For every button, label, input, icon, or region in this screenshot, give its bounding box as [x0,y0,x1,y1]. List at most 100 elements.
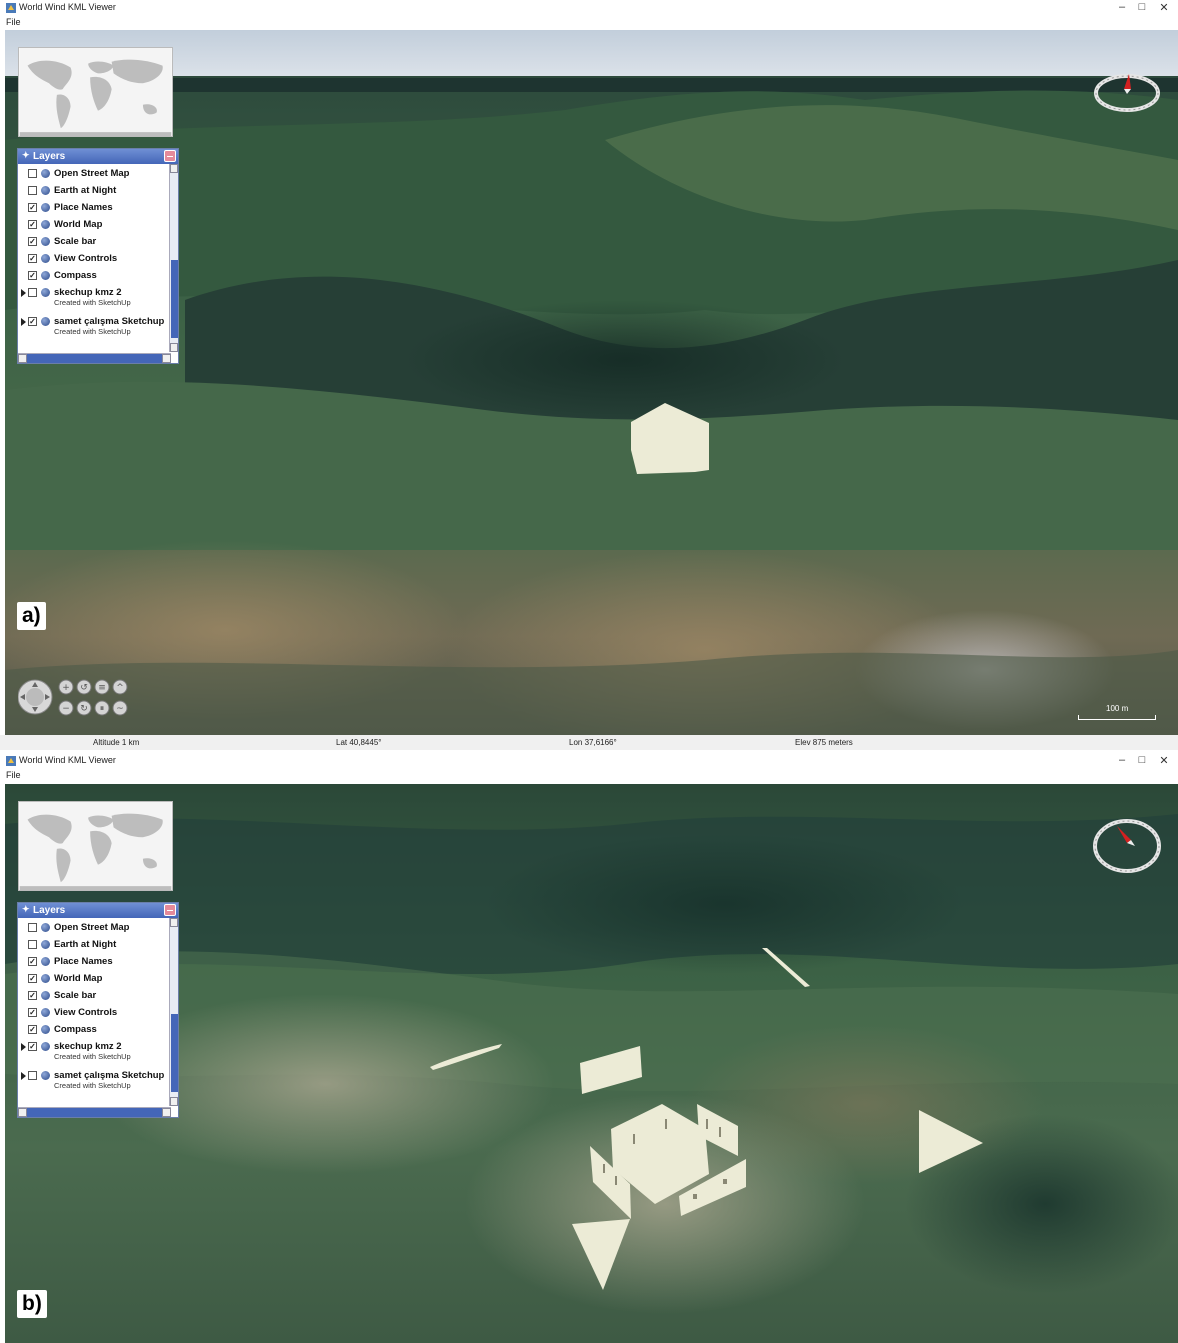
layer-label: Earth at Night [54,185,117,196]
layer-checkbox[interactable]: ✓ [28,1042,37,1051]
status-longitude: Lon 37,6166° [569,738,617,747]
layer-checkbox[interactable]: ✓ [28,254,37,263]
layer-checkbox[interactable] [28,923,37,932]
layer-checkbox[interactable]: ✓ [28,237,37,246]
layer-item-place-names[interactable]: ✓ Place Names [18,200,168,217]
panel-label: a) [17,602,46,630]
expand-arrow-icon[interactable] [21,1072,26,1080]
scroll-right-button[interactable] [162,354,171,363]
layers-vertical-scrollbar[interactable] [169,918,178,1106]
minimize-button[interactable]: – [1114,1,1130,13]
layer-checkbox[interactable]: ✓ [28,974,37,983]
world-map-overview[interactable] [18,801,173,891]
close-button[interactable]: ✕ [1156,1,1172,14]
maximize-button[interactable]: □ [1134,754,1150,766]
layer-checkbox[interactable] [28,1071,37,1080]
layer-sublabel: Created with SketchUp [54,1052,131,1061]
layer-item-view-controls[interactable]: ✓ View Controls [18,1005,168,1022]
layer-checkbox[interactable]: ✓ [28,317,37,326]
layer-checkbox[interactable]: ✓ [28,271,37,280]
menu-file[interactable]: File [6,17,21,27]
layers-vertical-scrollbar[interactable] [169,164,178,352]
layer-item-world-map[interactable]: ✓ World Map [18,971,168,988]
layer-item-view-controls[interactable]: ✓ View Controls [18,251,168,268]
terrain-scene [5,30,1178,735]
layer-item-skechup-kmz-2[interactable]: ✓ skechup kmz 2 Created with SketchUp [18,1039,168,1067]
viewer-window-a: World Wind KML Viewer – □ ✕ File ✦ Layer… [0,0,1178,750]
compass-icon[interactable] [1093,70,1161,114]
layer-label: World Map [54,973,103,984]
minimize-button[interactable]: – [1114,754,1130,766]
layer-checkbox[interactable]: ✓ [28,203,37,212]
view-controls[interactable]: + − ↺ ↻ ≡ ⏸ ^ ~ [18,674,138,720]
expand-arrow-icon[interactable] [21,1043,26,1051]
globe-viewport[interactable]: ✦ Layers Open Street Map Earth at Night … [5,784,1178,1343]
layer-item-world-map[interactable]: ✓ World Map [18,217,168,234]
layer-sublabel: Created with SketchUp [54,298,131,307]
scale-bar-label: 100 m [1106,704,1129,713]
globe-icon [41,186,50,195]
scroll-thumb[interactable] [171,260,178,338]
layer-item-earth-at-night[interactable]: Earth at Night [18,937,168,954]
layer-label: View Controls [54,253,118,264]
layer-item-place-names[interactable]: ✓ Place Names [18,954,168,971]
close-button[interactable]: ✕ [1156,754,1172,767]
scroll-up-button[interactable] [170,918,178,927]
layer-checkbox[interactable]: ✓ [28,1025,37,1034]
layers-horizontal-scrollbar[interactable] [18,353,171,363]
layer-checkbox[interactable] [28,186,37,195]
scroll-right-button[interactable] [162,1108,171,1117]
globe-icon [41,923,50,932]
layers-panel[interactable]: ✦ Layers Open Street Map Earth at Night … [17,902,179,1118]
globe-viewport[interactable]: ✦ Layers Open Street Map Earth at Night … [5,30,1178,735]
layer-checkbox[interactable]: ✓ [28,220,37,229]
layer-label: Place Names [54,202,113,213]
layers-panel-header[interactable]: ✦ Layers [18,903,178,918]
layers-panel-header[interactable]: ✦ Layers [18,149,178,164]
layer-item-open-street-map[interactable]: Open Street Map [18,920,168,937]
scroll-up-button[interactable] [170,164,178,173]
layers-minimize-button[interactable] [164,150,176,162]
layer-item-compass[interactable]: ✓ Compass [18,1022,168,1039]
layer-label: Scale bar [54,990,97,1001]
world-map-overview[interactable] [18,47,173,137]
layer-item-samet-calisma-sketchup[interactable]: samet çalışma Sketchup Created with Sket… [18,1068,168,1096]
layer-sublabel: Created with SketchUp [54,1081,131,1090]
svg-text:^: ^ [116,683,124,693]
layer-checkbox[interactable]: ✓ [28,1008,37,1017]
layer-checkbox[interactable] [28,169,37,178]
layer-checkbox[interactable] [28,940,37,949]
scroll-down-button[interactable] [170,343,178,352]
layers-minimize-button[interactable] [164,904,176,916]
globe-icon [41,271,50,280]
scroll-left-button[interactable] [18,1108,27,1117]
layer-item-earth-at-night[interactable]: Earth at Night [18,183,168,200]
layers-horizontal-scrollbar[interactable] [18,1107,171,1117]
layer-item-scale-bar[interactable]: ✓ Scale bar [18,234,168,251]
scroll-left-button[interactable] [18,354,27,363]
layer-item-open-street-map[interactable]: Open Street Map [18,166,168,183]
layer-item-compass[interactable]: ✓ Compass [18,268,168,285]
expand-arrow-icon[interactable] [21,289,26,297]
scroll-thumb[interactable] [171,1014,178,1092]
expand-arrow-icon[interactable] [21,318,26,326]
layer-checkbox[interactable]: ✓ [28,991,37,1000]
panel-label: b) [17,1290,47,1318]
layer-checkbox[interactable]: ✓ [28,957,37,966]
scale-bar: 100 m [1078,704,1156,722]
svg-text:≡: ≡ [98,683,106,693]
layer-item-skechup-kmz-2[interactable]: skechup kmz 2 Created with SketchUp [18,285,168,313]
scroll-down-button[interactable] [170,1097,178,1106]
layer-label: Compass [54,1024,97,1035]
compass-icon[interactable] [1091,816,1163,876]
globe-icon [41,220,50,229]
globe-icon [41,991,50,1000]
layer-item-scale-bar[interactable]: ✓ Scale bar [18,988,168,1005]
globe-icon [41,1071,50,1080]
status-elevation: Elev 875 meters [795,738,853,747]
layers-panel[interactable]: ✦ Layers Open Street Map Earth at Night … [17,148,179,364]
layer-item-samet-calisma-sketchup[interactable]: ✓ samet çalışma Sketchup Created with Sk… [18,314,168,342]
maximize-button[interactable]: □ [1134,1,1150,13]
menu-file[interactable]: File [6,770,21,780]
layer-checkbox[interactable] [28,288,37,297]
